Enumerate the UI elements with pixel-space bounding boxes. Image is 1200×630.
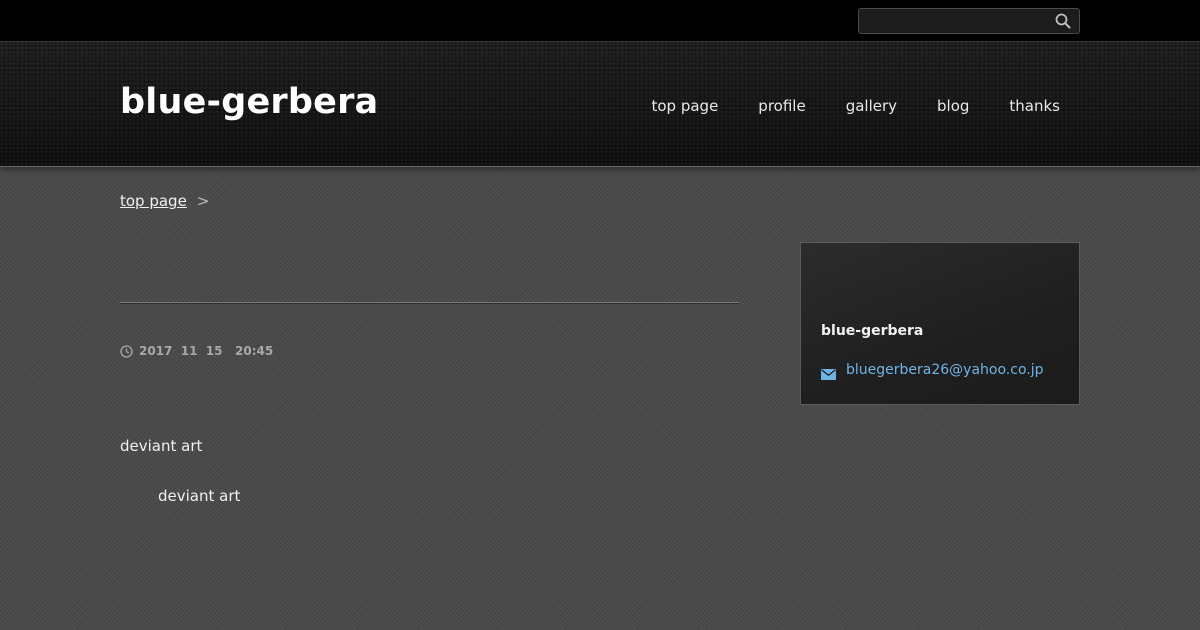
search-box[interactable] (858, 8, 1080, 34)
profile-card: blue-gerbera bluegerbera26@yahoo.co.jp (800, 242, 1080, 405)
site-title[interactable]: blue-gerbera (120, 80, 378, 124)
nav-top-page[interactable]: top page (651, 94, 718, 118)
profile-name: blue-gerbera (821, 323, 924, 339)
post-date: 2017 11 15 20:45 (120, 342, 273, 360)
mail-icon (821, 365, 836, 380)
nav-gallery[interactable]: gallery (846, 94, 897, 118)
breadcrumb-separator: > (196, 192, 210, 210)
post-paragraph: deviant art (120, 437, 203, 455)
nav-thanks[interactable]: thanks (1009, 94, 1060, 118)
search-input[interactable] (859, 9, 1049, 33)
clock-icon (120, 344, 133, 358)
search-icon[interactable] (1055, 13, 1071, 29)
profile-email-link[interactable]: bluegerbera26@yahoo.co.jp (846, 360, 1043, 380)
post-date-text: 2017 11 15 20:45 (139, 344, 274, 358)
breadcrumb-home-link[interactable]: top page (120, 192, 187, 210)
nav-profile[interactable]: profile (758, 94, 805, 118)
site-header: blue-gerbera top page profile gallery bl… (0, 42, 1200, 167)
article-divider (120, 302, 739, 303)
post-paragraph-indented: deviant art (158, 487, 241, 505)
main-nav: top page profile gallery blog thanks (651, 94, 1060, 118)
breadcrumb: top page > (120, 190, 209, 212)
nav-blog[interactable]: blog (937, 94, 969, 118)
profile-email-row: bluegerbera26@yahoo.co.jp (821, 360, 1043, 380)
top-bar (0, 0, 1200, 42)
